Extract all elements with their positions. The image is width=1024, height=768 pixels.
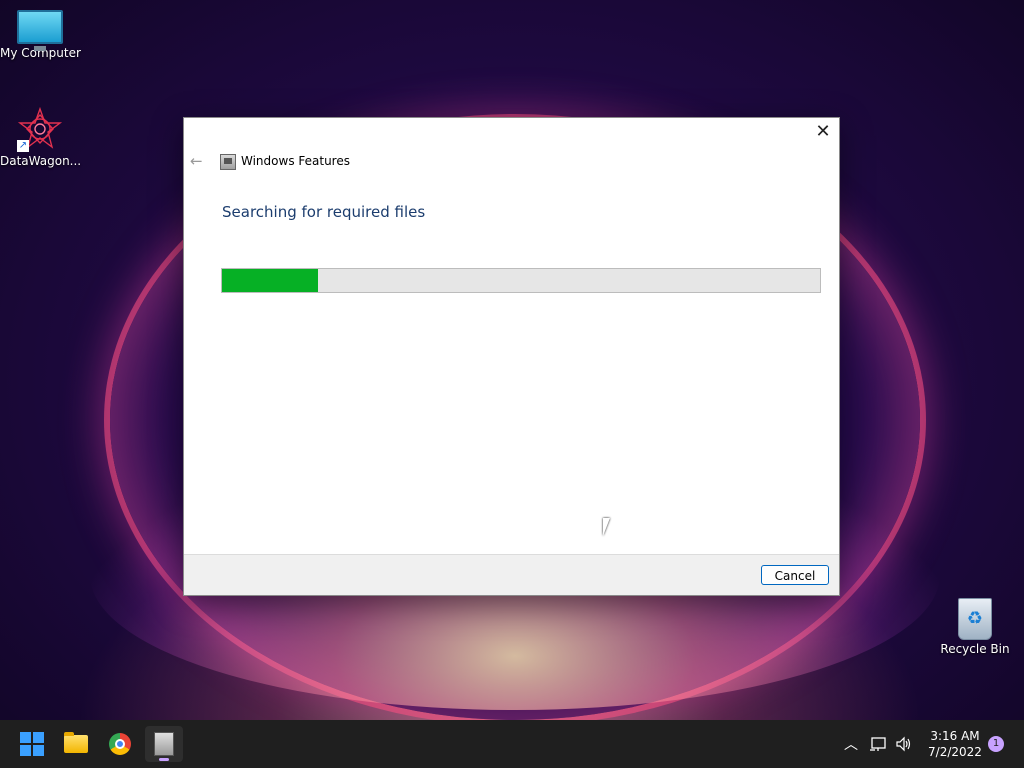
desktop-icon-datawagon[interactable]: ↗ DataWagon... bbox=[0, 106, 82, 168]
dialog-footer: Cancel bbox=[184, 554, 839, 595]
windows-features-icon bbox=[220, 154, 236, 170]
desktop-icon-my-computer[interactable]: My Computer bbox=[0, 10, 81, 60]
back-arrow-icon[interactable]: ← bbox=[190, 152, 206, 170]
dialog-title: Windows Features bbox=[241, 154, 350, 168]
close-icon[interactable]: ✕ bbox=[813, 122, 833, 142]
shortcut-arrow-icon: ↗ bbox=[17, 140, 29, 152]
volume-icon bbox=[896, 736, 911, 752]
network-button[interactable] bbox=[866, 720, 890, 768]
clock-date: 7/2/2022 bbox=[928, 745, 982, 759]
file-explorer-icon bbox=[64, 732, 88, 753]
progress-bar-fill bbox=[222, 269, 318, 292]
notification-badge[interactable]: 1 bbox=[988, 736, 1004, 752]
windows-features-dialog: ✕ ← Windows Features Searching for requi… bbox=[183, 117, 840, 596]
recycle-bin-icon: ♻ bbox=[958, 598, 992, 640]
monitor-icon bbox=[17, 10, 63, 51]
chevron-up-icon: ︿ bbox=[844, 737, 858, 753]
cancel-button[interactable]: Cancel bbox=[761, 565, 829, 585]
desktop-icon-label: Recycle Bin bbox=[940, 642, 1010, 656]
progress-bar bbox=[221, 268, 821, 293]
clock-time: 3:16 AM bbox=[930, 729, 980, 743]
network-icon bbox=[870, 737, 886, 751]
mouse-cursor bbox=[603, 518, 617, 536]
status-heading: Searching for required files bbox=[222, 203, 426, 221]
desktop-icon-recycle-bin[interactable]: ♻ Recycle Bin bbox=[935, 598, 1015, 656]
desktop-icon-label: DataWagon... bbox=[0, 154, 82, 168]
chrome-icon bbox=[109, 733, 131, 755]
datawagon-logo-icon: ↗ bbox=[17, 106, 63, 152]
start-button[interactable] bbox=[13, 726, 51, 762]
taskbar: ︿ 3:16 AM 7/2/2022 1 bbox=[0, 720, 1024, 768]
show-hidden-icons-button[interactable]: ︿ bbox=[840, 720, 862, 768]
windows-features-taskbar-button[interactable] bbox=[145, 726, 183, 762]
chrome-button[interactable] bbox=[101, 726, 139, 762]
clock[interactable]: 3:16 AM 7/2/2022 bbox=[920, 728, 990, 760]
windows-features-icon bbox=[154, 732, 174, 756]
start-icon bbox=[20, 732, 44, 756]
volume-button[interactable] bbox=[892, 720, 916, 768]
file-explorer-button[interactable] bbox=[57, 726, 95, 762]
